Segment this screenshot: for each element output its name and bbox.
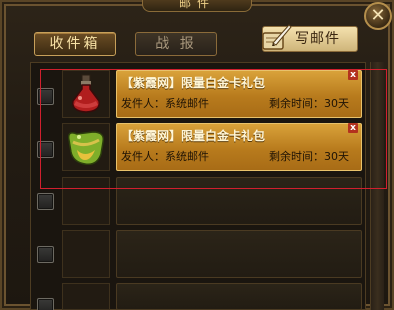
quill-scroll-icon bbox=[262, 24, 292, 50]
empty-mail-slot bbox=[116, 283, 362, 310]
tab-battle-report[interactable]: 战 报 bbox=[135, 32, 217, 56]
close-icon: ✕ bbox=[370, 5, 386, 26]
mail-checkbox[interactable] bbox=[37, 193, 54, 210]
compose-mail-button[interactable]: 写邮件 bbox=[262, 24, 358, 52]
tab-inbox[interactable]: 收件箱 bbox=[34, 32, 116, 56]
mail-item-slot bbox=[62, 230, 110, 278]
mail-checkbox[interactable] bbox=[37, 298, 54, 310]
empty-mail-slot bbox=[116, 230, 362, 278]
selection-highlight bbox=[40, 69, 387, 189]
compose-label: 写邮件 bbox=[295, 31, 340, 47]
close-button[interactable]: ✕ bbox=[364, 2, 392, 30]
mail-item-slot bbox=[62, 283, 110, 310]
mail-checkbox[interactable] bbox=[37, 246, 54, 263]
window-title: 邮件 bbox=[142, 0, 252, 12]
